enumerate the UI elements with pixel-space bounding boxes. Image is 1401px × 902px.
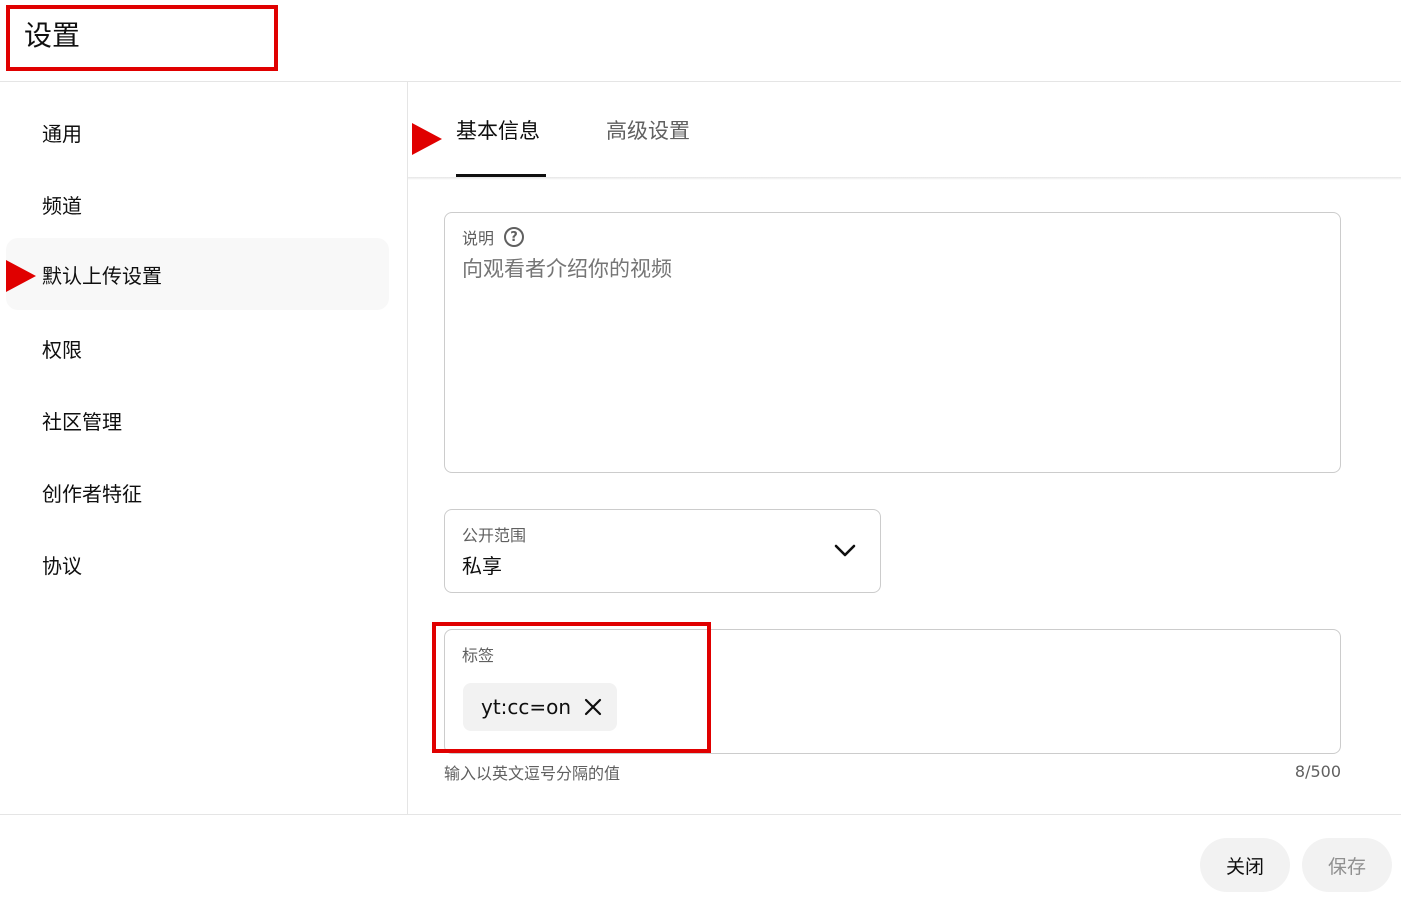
sidebar-divider <box>407 82 408 814</box>
visibility-label: 公开范围 <box>462 526 527 545</box>
tab-advanced-settings[interactable]: 高级设置 <box>606 82 706 178</box>
visibility-dropdown[interactable]: 公开范围 私享 <box>444 509 881 593</box>
close-button[interactable]: 关闭 <box>1200 838 1290 892</box>
sidebar-item-agreements[interactable]: 协议 <box>6 528 389 600</box>
sidebar-item-community[interactable]: 社区管理 <box>6 384 389 456</box>
save-button[interactable]: 保存 <box>1302 838 1392 892</box>
description-label: 说明 <box>462 229 495 248</box>
description-label-row: 说明 ? <box>462 225 525 249</box>
sidebar-item-label: 通用 <box>42 121 82 146</box>
tab-basic-info[interactable]: 基本信息 <box>456 82 546 178</box>
sidebar-item-creator-features[interactable]: 创作者特征 <box>6 456 389 528</box>
tab-bar: 基本信息 高级设置 <box>408 82 1401 178</box>
tags-field[interactable]: 标签 yt:cc=on <box>444 629 1341 754</box>
chevron-down-icon <box>834 544 856 557</box>
sidebar-item-permissions[interactable]: 权限 <box>6 312 389 384</box>
sidebar-item-label: 创作者特征 <box>42 481 142 506</box>
tags-label: 标签 <box>462 646 495 665</box>
tags-character-count: 8/500 <box>1294 762 1341 781</box>
sidebar-item-general[interactable]: 通用 <box>6 96 389 168</box>
settings-dialog: 设置 通用 频道 默认上传设置 权限 社区管理 创作者特征 协议 基本信息 高级… <box>0 0 1401 902</box>
visibility-value: 私享 <box>462 554 502 578</box>
sidebar-item-label: 社区管理 <box>42 409 122 434</box>
sidebar-item-label: 频道 <box>42 193 82 218</box>
tag-chip-label: yt:cc=on <box>481 695 572 719</box>
sidebar-item-label: 权限 <box>42 337 82 362</box>
description-input[interactable] <box>462 257 1322 281</box>
close-icon[interactable] <box>583 697 603 717</box>
sidebar-item-label: 协议 <box>42 553 82 578</box>
annotation-arrow-sidebar <box>6 260 36 292</box>
sidebar-item-channel[interactable]: 频道 <box>6 168 389 240</box>
page-title: 设置 <box>24 19 81 52</box>
tags-helper-text: 输入以英文逗号分隔的值 <box>444 764 621 783</box>
tab-bar-shadow <box>408 177 1401 180</box>
annotation-arrow-tab <box>412 123 442 155</box>
sidebar-item-label: 默认上传设置 <box>42 263 162 288</box>
tag-chip: yt:cc=on <box>463 683 618 731</box>
help-icon[interactable]: ? <box>504 227 525 247</box>
footer-divider <box>0 814 1401 815</box>
sidebar-item-upload-defaults[interactable]: 默认上传设置 <box>6 238 389 310</box>
description-field[interactable]: 说明 ? <box>444 212 1341 473</box>
